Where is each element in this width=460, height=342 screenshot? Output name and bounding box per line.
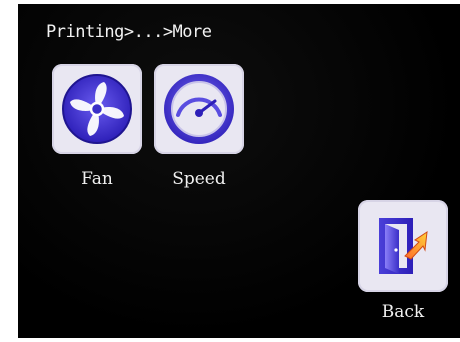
breadcrumb: Printing>...>More (46, 22, 212, 42)
fan-label: Fan (81, 169, 113, 189)
speedometer-icon (164, 74, 234, 144)
exit-door-icon (379, 218, 428, 274)
fan-icon (62, 74, 132, 144)
back-label: Back (381, 302, 425, 322)
speed-label: Speed (172, 169, 226, 189)
back-button[interactable] (358, 200, 448, 292)
touch-screen: Printing>...>More Fan Speed Back (18, 4, 460, 338)
speed-button[interactable] (154, 64, 244, 154)
fan-button[interactable] (52, 64, 142, 154)
